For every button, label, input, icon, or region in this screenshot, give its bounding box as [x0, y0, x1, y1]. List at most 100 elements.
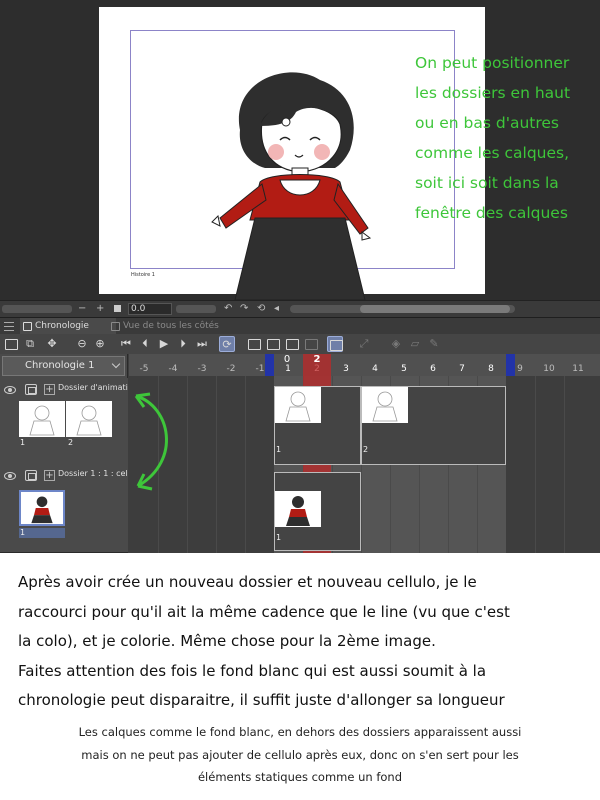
zoom-in-button[interactable]: +: [96, 302, 104, 316]
caption-main: Après avoir crée un nouveau dossier et n…: [18, 568, 593, 716]
previous-frame-icon[interactable]: ⏴: [137, 336, 153, 352]
canvas-page-title: Histoire 1: [131, 272, 155, 278]
panel-menu-icon[interactable]: [4, 322, 14, 331]
frame-tick: -5: [139, 364, 149, 374]
selected-cel-highlight: [19, 528, 65, 538]
timeline-selector[interactable]: Chronologie 1: [2, 356, 125, 376]
rotation-slider[interactable]: [176, 305, 216, 313]
frame-tick: 11: [572, 364, 584, 374]
frame-column: [564, 376, 593, 553]
caption-line: Les calques comme le fond blanc, en deho…: [78, 725, 522, 739]
zoom-out-icon[interactable]: ⊖: [74, 336, 90, 352]
flip-icon[interactable]: ◂: [274, 302, 279, 316]
animation-folder-icon: [25, 384, 37, 395]
frame-column: [535, 376, 564, 553]
tab-label: Vue de tous les côtés: [123, 321, 219, 331]
eraser-icon[interactable]: ▱: [407, 336, 423, 352]
caption-line: raccourci pour qu'il ait la même cadence…: [18, 602, 510, 621]
specify-cel-icon[interactable]: [265, 336, 281, 352]
note-line: les dossiers en haut: [415, 84, 571, 102]
sketch-thumbnail-icon: [76, 405, 102, 436]
timeline-tab-icon: [23, 322, 32, 331]
expand-folder-icon[interactable]: +: [44, 384, 55, 395]
cel-block[interactable]: 1: [274, 472, 361, 551]
fill-icon[interactable]: ◈: [388, 336, 404, 352]
thumbnail-number: 1: [20, 438, 26, 447]
view-tab-icon: [111, 322, 120, 331]
sketch-thumbnail-icon: [285, 391, 311, 422]
frame-tick: 5: [401, 364, 407, 374]
frame-tick: 10: [543, 364, 555, 374]
frame-column: [216, 376, 245, 553]
frame-tick: 4: [372, 364, 378, 374]
frame-tick: 7: [459, 364, 465, 374]
zoom-slider[interactable]: [2, 305, 72, 313]
character-illustration: [211, 72, 372, 300]
double-arrow-annotation: [134, 392, 168, 491]
expand-folder-icon[interactable]: +: [44, 470, 55, 481]
transform-icon[interactable]: ⤢: [356, 336, 372, 352]
onion-skin-icon[interactable]: ⧉: [22, 336, 38, 352]
rotate-right-icon[interactable]: ↷: [240, 302, 248, 316]
range-start-marker[interactable]: [265, 354, 274, 376]
sketch-thumbnail-icon: [372, 391, 398, 422]
cel-block[interactable]: 1: [274, 386, 361, 465]
reset-rotation-icon[interactable]: ⟲: [257, 302, 265, 316]
layer-name: Dossier d'animation: [58, 383, 128, 392]
start-marker-number: 0: [283, 354, 291, 365]
new-cel-icon[interactable]: [246, 336, 262, 352]
rotate-left-icon[interactable]: ↶: [224, 302, 232, 316]
annotation-note: On peut positionner les dossiers en haut…: [415, 48, 600, 228]
zoom-out-button[interactable]: −: [78, 302, 86, 316]
frame-tick: 8: [488, 364, 494, 374]
cel-thumbnail: [275, 387, 321, 423]
cel-thumbnail: [275, 491, 321, 527]
eye-icon[interactable]: [4, 472, 16, 480]
canvas-area[interactable]: Histoire 1 On peut positionner les dossi…: [0, 0, 600, 300]
sketch-thumbnail-icon: [29, 405, 55, 436]
note-line: fenêtre des calques: [415, 204, 568, 222]
delete-cel-icon[interactable]: [284, 336, 300, 352]
thumbnail-number: 2: [68, 438, 74, 447]
first-frame-icon[interactable]: ⏮: [118, 336, 134, 352]
frame-ruler[interactable]: -5 -4 -3 -2 -1 1 2 3 4 5 6 7 8 9 10 11: [129, 354, 600, 376]
frame-tick: -2: [226, 364, 236, 374]
tab-chronologie[interactable]: Chronologie: [20, 318, 116, 335]
cel-block[interactable]: 2: [361, 386, 506, 465]
layer-row-cel-folder[interactable]: + Dossier 1 : 1 : cellulo 1: [0, 464, 128, 553]
frame-grid[interactable]: -5 -4 -3 -2 -1 1 2 3 4 5 6 7 8 9 10 11: [129, 354, 600, 553]
note-line: soit ici soit dans la: [415, 174, 559, 192]
thumbnail-number: 1: [20, 528, 26, 537]
frame-tick: 3: [343, 364, 349, 374]
light-table-icon[interactable]: [327, 336, 343, 352]
caption-sub: Les calques comme le fond blanc, en deho…: [0, 721, 600, 789]
color-thumbnail-icon: [286, 496, 310, 526]
layer-name: Dossier 1 : 1 : cellulo: [58, 469, 128, 478]
tab-vue-de-tous-les-cotes[interactable]: Vue de tous les côtés: [108, 318, 228, 335]
layer-thumbnail: [19, 401, 65, 437]
timeline-selector-value: Chronologie 1: [25, 360, 95, 371]
loop-playback-icon[interactable]: ⟳: [219, 336, 235, 352]
next-frame-icon[interactable]: ⏵: [175, 336, 191, 352]
keyframe-icon[interactable]: [303, 336, 319, 352]
range-end-marker[interactable]: [506, 354, 515, 376]
tab-label: Chronologie: [35, 321, 89, 331]
fit-icon[interactable]: [114, 305, 121, 312]
pen-icon[interactable]: ✎: [426, 336, 442, 352]
zoom-in-icon[interactable]: ⊕: [92, 336, 108, 352]
caption-line: mais on ne peut pas ajouter de cellulo a…: [81, 747, 519, 762]
layer-row-animation-folder[interactable]: + Dossier d'animation 1 2: [0, 378, 128, 470]
note-line: comme les calques,: [415, 144, 570, 162]
play-icon[interactable]: ▶: [156, 336, 172, 352]
zoom-value-field[interactable]: 0.0: [128, 303, 172, 315]
timeline-settings-icon[interactable]: [3, 336, 19, 352]
color-thumbnail-icon: [31, 496, 53, 524]
last-frame-icon[interactable]: ⏭: [194, 336, 210, 352]
new-animation-folder-icon[interactable]: ✥: [44, 336, 60, 352]
caption-line: Après avoir crée un nouveau dossier et n…: [18, 573, 477, 591]
eye-icon[interactable]: [4, 386, 16, 394]
scrollbar-thumb[interactable]: [360, 305, 510, 313]
note-line: On peut positionner: [415, 54, 570, 72]
caption-line: la colo), et je colorie. Même chose pour…: [18, 632, 436, 650]
cel-number: 2: [363, 445, 369, 454]
